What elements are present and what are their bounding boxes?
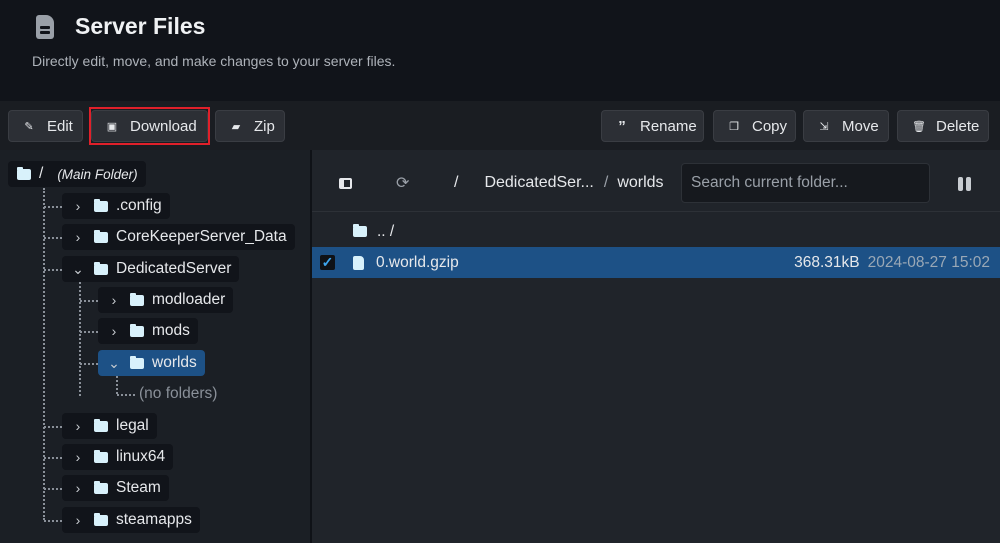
chevron-right-icon[interactable]: › [62,480,94,496]
move-label: Move [842,117,879,135]
trash-icon: 🗑 [912,120,926,133]
tree-label: CoreKeeperServer_Data [116,228,287,245]
rename-label: Rename [640,117,697,135]
breadcrumb-separator: / [603,174,609,191]
tree-label: DedicatedServer [116,260,232,277]
page-header: Server Files Directly edit, move, and ma… [0,0,1000,101]
zip-label: Zip [254,117,275,135]
parent-folder-label: .. / [377,222,395,240]
tree-label: linux64 [116,448,166,465]
edit-label: Edit [47,117,73,135]
breadcrumb-bar: ⟳ / DedicatedSer... / worlds [312,150,1000,212]
breadcrumb: / DedicatedSer... / worlds [454,174,664,192]
chevron-right-icon[interactable]: › [62,198,94,214]
file-icon [353,255,364,270]
file-modified: 2024-08-27 15:02 [867,253,990,271]
quote-icon: ” [618,117,626,135]
tree-item-config[interactable]: › .config [62,193,170,219]
folder-icon [94,261,108,275]
chevron-right-icon[interactable]: › [98,323,130,339]
tree-item-modloader[interactable]: › modloader [98,287,234,313]
delete-label: Delete [936,117,980,135]
folder-icon [94,512,108,526]
page-title: Server Files [75,13,206,39]
file-row[interactable]: ✓ 0.world.gzip 368.31kB 2024-08-27 15:02 [312,247,1000,278]
download-button[interactable]: ▣ Download [91,110,208,142]
tree-item-corekeeperserver-data[interactable]: › CoreKeeperServer_Data [62,224,295,250]
tree-label: Steam [116,479,161,496]
folder-icon [94,198,108,212]
tree-item-linux64[interactable]: › linux64 [62,444,174,470]
file-browser: ⟳ / DedicatedSer... / worlds .. / ✓ 0.wo… [312,150,1000,543]
toggle-sidebar-icon[interactable] [339,178,352,189]
tree-item-worlds[interactable]: ⌄ worlds [98,350,205,376]
edit-icon: ✎ [24,120,34,133]
folder-icon [17,166,31,180]
chevron-down-icon[interactable]: ⌄ [62,261,94,278]
breadcrumb-root[interactable]: / [454,174,458,192]
refresh-icon[interactable]: ⟳ [396,173,409,193]
tree-item-mods[interactable]: › mods [98,318,198,344]
root-note: (Main Folder) [57,166,138,182]
tree-label: modloader [152,291,226,308]
folder-tree: / (Main Folder) › .config › CoreKeeperServe… [0,150,310,543]
copy-button[interactable]: ❐ Copy [713,110,796,142]
download-label: Download [130,117,197,135]
tree-label: worlds [152,354,197,371]
file-checkbox[interactable]: ✓ [320,255,335,270]
tree-label: mods [152,322,190,339]
folder-icon [130,323,144,337]
rename-button[interactable]: ” Rename [601,110,704,142]
page-subtitle: Directly edit, move, and make changes to… [32,53,396,69]
tree-label: steamapps [116,511,192,528]
no-folders-label: (no folders) [139,385,218,402]
folder-icon [353,224,367,237]
folder-icon [130,355,144,369]
tree-root[interactable]: / (Main Folder) [8,161,146,187]
tree-item-steam[interactable]: › Steam [62,475,169,501]
zip-button[interactable]: ▰ Zip [215,110,285,142]
parent-folder-row[interactable]: .. / [312,216,1000,247]
move-icon: ⇲ [819,120,829,133]
chevron-right-icon[interactable]: › [62,512,94,528]
tree-item-legal[interactable]: › legal [62,413,157,439]
folder-icon [94,449,108,463]
move-button[interactable]: ⇲ Move [803,110,889,142]
chevron-down-icon[interactable]: ⌄ [98,355,130,372]
file-size: 368.31kB [794,253,860,271]
root-label: / [39,165,44,182]
copy-label: Copy [752,117,788,135]
toolbar: ✎ Edit ▣ Download ▰ Zip ” Rename ❐ Copy ⇲ Move… [0,101,1000,150]
copy-icon: ❐ [729,120,739,133]
tree-label: legal [116,417,149,434]
folder-icon [94,418,108,432]
folder-icon [94,229,108,243]
tree-item-dedicatedserver[interactable]: ⌄ DedicatedServer [62,256,240,282]
columns-icon[interactable] [958,177,971,191]
file-download-icon: ▣ [106,120,118,133]
folder-icon [94,480,108,494]
delete-button[interactable]: 🗑 Delete [897,110,989,142]
tree-label: .config [116,197,162,214]
chevron-right-icon[interactable]: › [62,418,94,434]
chevron-right-icon[interactable]: › [62,449,94,465]
breadcrumb-dedicatedserver[interactable]: DedicatedSer... [484,174,593,192]
chevron-right-icon[interactable]: › [62,229,94,245]
zip-icon: ▰ [231,120,241,133]
edit-button[interactable]: ✎ Edit [8,110,83,142]
tree-item-steamapps[interactable]: › steamapps [62,507,200,533]
file-name: 0.world.gzip [376,253,459,271]
breadcrumb-worlds[interactable]: worlds [617,174,663,192]
file-icon [36,15,54,39]
folder-icon [130,292,144,306]
chevron-right-icon[interactable]: › [98,292,130,308]
search-input[interactable] [681,163,930,203]
